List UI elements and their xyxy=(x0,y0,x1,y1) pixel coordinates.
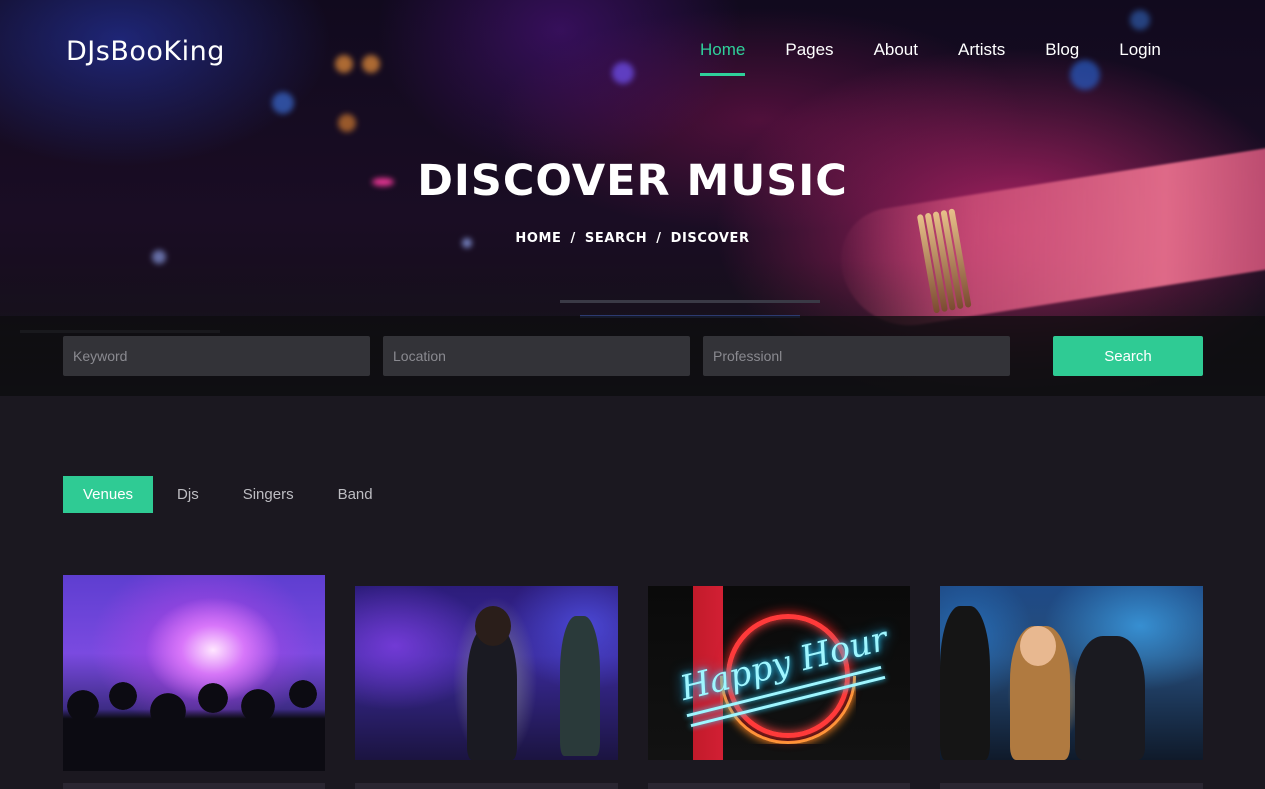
search-bar: Search xyxy=(0,316,1265,396)
tab-singers[interactable]: Singers xyxy=(223,476,314,513)
nav-item-blog[interactable]: Blog xyxy=(1045,40,1079,76)
breadcrumb-discover: DISCOVER xyxy=(670,231,750,246)
dancer-figure xyxy=(467,626,517,760)
breadcrumb: HOME / SEARCH / DISCOVER xyxy=(0,231,1265,246)
tab-venues[interactable]: Venues xyxy=(63,476,154,513)
tab-djs[interactable]: Djs xyxy=(157,476,219,513)
page-title: DISCOVER MUSIC xyxy=(417,156,848,206)
breadcrumb-separator: / xyxy=(570,231,576,246)
venue-card-party[interactable] xyxy=(940,586,1203,760)
breadcrumb-search[interactable]: SEARCH xyxy=(585,231,647,246)
keyword-input[interactable] xyxy=(63,336,370,376)
brand-logo[interactable]: DJsBooKing xyxy=(66,36,225,67)
breadcrumb-home[interactable]: HOME xyxy=(515,231,561,246)
nav-item-login[interactable]: Login xyxy=(1119,40,1161,76)
crowd-silhouette xyxy=(63,676,325,771)
nav-item-home[interactable]: Home xyxy=(700,40,746,76)
main-nav: Home Pages About Artists Blog Login xyxy=(700,40,1201,76)
venue-card-dancer[interactable] xyxy=(355,586,618,760)
profession-input[interactable] xyxy=(703,336,1010,376)
location-input[interactable] xyxy=(383,336,690,376)
nav-item-artists[interactable]: Artists xyxy=(958,40,1005,76)
search-button[interactable]: Search xyxy=(1053,336,1203,376)
nav-item-pages[interactable]: Pages xyxy=(785,40,833,76)
tab-band[interactable]: Band xyxy=(318,476,393,513)
venue-card-concert[interactable] xyxy=(63,575,325,771)
category-tabs: Venues Djs Singers Band xyxy=(63,476,397,513)
nav-item-about[interactable]: About xyxy=(874,40,918,76)
breadcrumb-separator: / xyxy=(656,231,662,246)
venue-card-neon-sign[interactable]: Happy Hour xyxy=(648,586,910,760)
